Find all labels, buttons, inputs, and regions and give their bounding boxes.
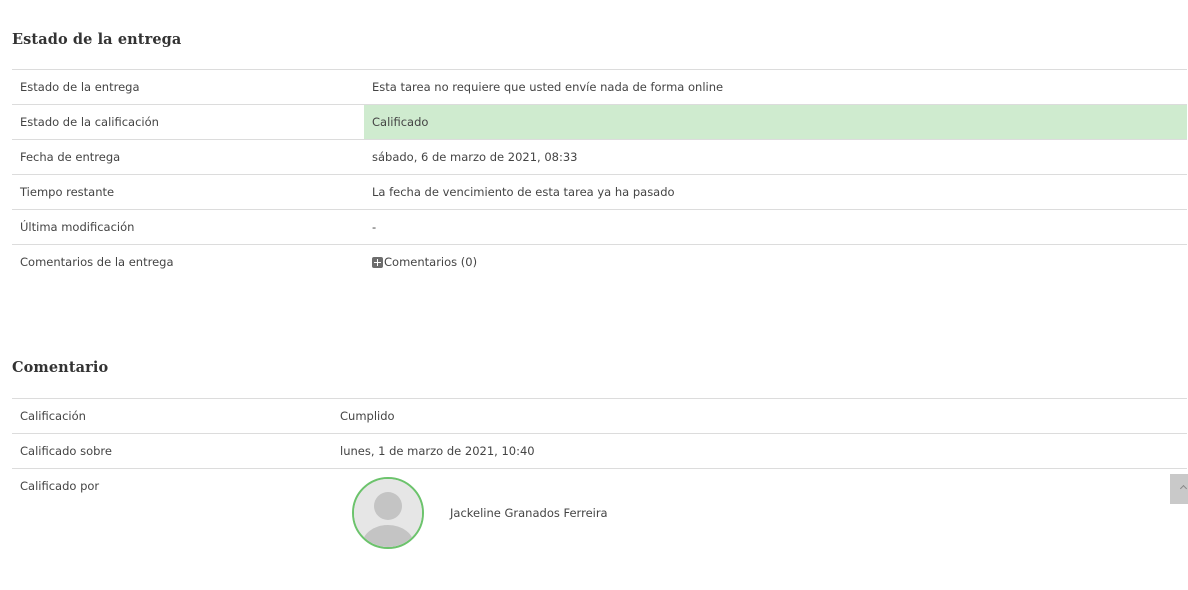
table-row: Estado de la calificación Calificado bbox=[12, 104, 1187, 139]
comments-link-label: Comentarios (0) bbox=[384, 255, 478, 269]
submission-status-table: Estado de la entrega Esta tarea no requi… bbox=[12, 69, 1187, 279]
table-row: Calificación Cumplido bbox=[12, 398, 1187, 433]
row-value: Esta tarea no requiere que usted envíe n… bbox=[372, 80, 724, 94]
row-value: - bbox=[372, 220, 377, 234]
table-row: Tiempo restante La fecha de vencimiento … bbox=[12, 174, 1187, 209]
table-row: Calificado por Jackeline Granados Ferrei… bbox=[12, 468, 1187, 560]
submission-status-heading: Estado de la entrega bbox=[12, 31, 182, 48]
row-value: lunes, 1 de marzo de 2021, 10:40 bbox=[340, 444, 535, 458]
row-label: Fecha de entrega bbox=[20, 150, 121, 164]
grader-info: Jackeline Granados Ferreira bbox=[352, 477, 608, 549]
table-row: Calificado sobre lunes, 1 de marzo de 20… bbox=[12, 433, 1187, 468]
table-row: Fecha de entrega sábado, 6 de marzo de 2… bbox=[12, 139, 1187, 174]
row-value: Cumplido bbox=[340, 409, 395, 423]
feedback-heading: Comentario bbox=[12, 359, 109, 376]
row-value: Comentarios (0) bbox=[364, 245, 1187, 279]
feedback-table: Calificación Cumplido Calificado sobre l… bbox=[12, 398, 1187, 560]
row-label: Calificación bbox=[20, 409, 86, 423]
grader-name[interactable]: Jackeline Granados Ferreira bbox=[450, 506, 608, 520]
table-row: Última modificación - bbox=[12, 209, 1187, 244]
grading-status-value: Calificado bbox=[364, 105, 1187, 139]
row-label: Última modificación bbox=[20, 220, 135, 234]
back-to-top-button[interactable] bbox=[1170, 474, 1188, 504]
row-label: Estado de la calificación bbox=[20, 115, 159, 129]
row-label: Tiempo restante bbox=[20, 185, 115, 199]
row-value: La fecha de vencimiento de esta tarea ya… bbox=[372, 185, 675, 199]
plus-icon bbox=[372, 256, 383, 268]
row-value: sábado, 6 de marzo de 2021, 08:33 bbox=[372, 150, 578, 164]
table-row: Estado de la entrega Esta tarea no requi… bbox=[12, 69, 1187, 104]
user-avatar-icon[interactable] bbox=[352, 477, 424, 549]
row-label: Calificado sobre bbox=[20, 444, 112, 458]
row-label: Estado de la entrega bbox=[20, 80, 140, 94]
submission-comments-link[interactable]: Comentarios (0) bbox=[372, 245, 477, 279]
row-label: Comentarios de la entrega bbox=[20, 255, 174, 269]
row-label: Calificado por bbox=[20, 479, 100, 493]
table-row: Comentarios de la entrega Comentarios (0… bbox=[12, 244, 1187, 279]
